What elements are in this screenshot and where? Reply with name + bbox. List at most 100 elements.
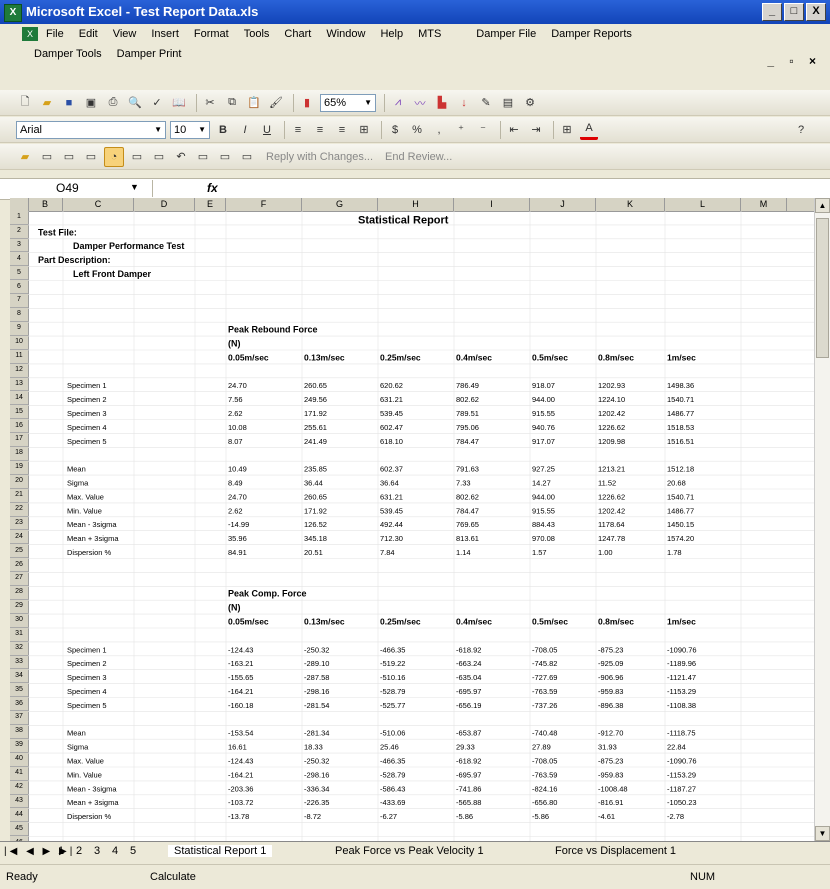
menu-item[interactable]: Damper File (476, 28, 536, 40)
previous-comment-icon[interactable]: ▭ (38, 148, 56, 166)
row-header-cell[interactable]: 12 (10, 364, 28, 378)
chart-wizard-icon[interactable]: ▮ (298, 94, 316, 112)
row-header-cell[interactable]: 31 (10, 628, 28, 642)
increase-indent-icon[interactable]: ⇥ (527, 121, 545, 139)
font-color-icon[interactable]: A (580, 119, 598, 140)
row-header-cell[interactable]: 2 (10, 225, 28, 239)
sheet-tab[interactable]: 3 (94, 845, 100, 857)
maximize-button[interactable]: □ (784, 3, 804, 21)
sheet-tab[interactable]: 2 (76, 845, 82, 857)
comment-icon[interactable]: ▭ (82, 148, 100, 166)
save-icon[interactable]: ■ (60, 94, 78, 112)
next-comment-icon[interactable]: ▭ (60, 148, 78, 166)
menu-item[interactable]: Window (326, 28, 365, 40)
column-header-cell[interactable]: B (28, 198, 63, 211)
copy-icon[interactable]: ⧉ (223, 94, 241, 112)
vertical-scrollbar[interactable]: ▲ ▼ (814, 198, 830, 841)
format-painter-icon[interactable]: 🖌 (267, 94, 285, 112)
row-header-cell[interactable]: 42 (10, 781, 28, 795)
xy-chart-icon[interactable]: 〰 (411, 94, 429, 112)
menu-item[interactable]: Insert (151, 28, 179, 40)
row-header-cell[interactable]: 18 (10, 447, 28, 461)
font-select[interactable]: Arial ▼ (16, 120, 166, 139)
row-header-cell[interactable]: 19 (10, 461, 28, 475)
percent-icon[interactable]: % (408, 121, 426, 139)
row-header-cell[interactable]: 34 (10, 670, 28, 684)
menu-item[interactable]: View (113, 28, 137, 40)
column-header-cell[interactable]: M (741, 198, 787, 211)
sheet-tab[interactable]: 1 (58, 845, 64, 857)
row-header-cell[interactable]: 28 (10, 586, 28, 600)
row-header-cell[interactable]: 43 (10, 795, 28, 809)
name-box[interactable]: O49 ▼ (12, 180, 153, 197)
print-icon[interactable]: ⎙ (104, 94, 122, 112)
row-header-cell[interactable]: 16 (10, 420, 28, 434)
delete-comment-icon[interactable]: ▭ (150, 148, 168, 166)
row-header-cell[interactable]: 5 (10, 267, 28, 281)
row-header-cell[interactable]: 35 (10, 684, 28, 698)
menu-item[interactable]: Chart (284, 28, 311, 40)
scroll-thumb[interactable] (816, 218, 829, 358)
row-header-cell[interactable]: 23 (10, 517, 28, 531)
show-ink-icon[interactable]: ▭ (128, 148, 146, 166)
menu-item[interactable]: Damper Reports (551, 28, 632, 40)
menu-item[interactable]: Damper Tools (34, 48, 102, 60)
menu-item[interactable]: Damper Print (117, 48, 182, 60)
column-header-cell[interactable]: F (226, 198, 302, 211)
column-header-cell[interactable]: D (134, 198, 195, 211)
new-icon[interactable]: 🗋 (16, 94, 34, 112)
row-header-cell[interactable]: 14 (10, 392, 28, 406)
reply-with-changes-button[interactable]: Reply with Changes... (266, 151, 373, 163)
bar-chart-icon[interactable]: ▙ (433, 94, 451, 112)
comma-icon[interactable]: , (430, 121, 448, 139)
report-icon[interactable]: ▤ (499, 94, 517, 112)
column-header-cell[interactable]: K (596, 198, 665, 211)
show-comments-icon[interactable]: ◔ (104, 146, 124, 167)
font-size-select[interactable]: 10 ▼ (170, 120, 210, 139)
menu-item[interactable]: Format (194, 28, 229, 40)
decrease-indent-icon[interactable]: ⇤ (505, 121, 523, 139)
row-header-cell[interactable]: 44 (10, 809, 28, 823)
row-header-cell[interactable]: 13 (10, 378, 28, 392)
zoom-select[interactable]: 65% ▼ (320, 93, 376, 112)
sheet-tab[interactable]: 5 (130, 845, 136, 857)
document-window-controls[interactable]: _ ▫ × (767, 54, 822, 68)
underline-icon[interactable]: U (258, 121, 276, 139)
select-all-corner[interactable] (10, 198, 29, 211)
row-header-cell[interactable]: 26 (10, 559, 28, 573)
insert-function-icon[interactable]: fx (207, 181, 218, 195)
undo-comment-icon[interactable]: ↶ (172, 148, 190, 166)
minimize-button[interactable]: _ (762, 3, 782, 21)
row-header-cell[interactable]: 33 (10, 656, 28, 670)
row-header-cell[interactable]: 7 (10, 294, 28, 309)
column-header-cell[interactable]: G (302, 198, 378, 211)
row-header-cell[interactable]: 17 (10, 433, 28, 448)
permission-icon[interactable]: ▣ (82, 94, 100, 112)
tab-navigation-icon[interactable]: |◀ ◀ ▶ ▶| (4, 846, 75, 857)
row-header-cell[interactable]: 11 (10, 350, 28, 364)
end-review-button[interactable]: End Review... (385, 151, 452, 163)
menu-item[interactable]: Tools (244, 28, 270, 40)
scroll-down-icon[interactable]: ▼ (815, 826, 830, 841)
row-header-cell[interactable]: 15 (10, 406, 28, 420)
increase-decimal-icon[interactable]: ⁺ (452, 121, 470, 139)
align-center-icon[interactable]: ≡ (311, 121, 329, 139)
menu-item[interactable]: Edit (79, 28, 98, 40)
column-header-cell[interactable]: E (195, 198, 226, 211)
workbook-shared-icon[interactable]: ▭ (238, 148, 256, 166)
merge-center-icon[interactable]: ⊞ (355, 121, 373, 139)
row-header-cell[interactable]: 22 (10, 503, 28, 517)
align-left-icon[interactable]: ≡ (289, 121, 307, 139)
row-header-cell[interactable]: 24 (10, 531, 28, 545)
print-preview-icon[interactable]: 🔍 (126, 94, 144, 112)
paste-icon[interactable]: 📋 (245, 94, 263, 112)
help-icon[interactable]: ? (792, 121, 810, 139)
sheet-area[interactable]: Statistical Report Test File: Damper Perfo… (27, 210, 815, 841)
send-icon[interactable]: ▭ (216, 148, 234, 166)
row-header-cell[interactable]: 39 (10, 739, 28, 753)
row-header-cell[interactable]: 10 (10, 336, 28, 350)
edit-icon[interactable]: ✎ (477, 94, 495, 112)
scroll-up-icon[interactable]: ▲ (815, 198, 830, 213)
row-header-cell[interactable]: 41 (10, 767, 28, 781)
line-chart-icon[interactable]: ⩘ (389, 94, 407, 112)
